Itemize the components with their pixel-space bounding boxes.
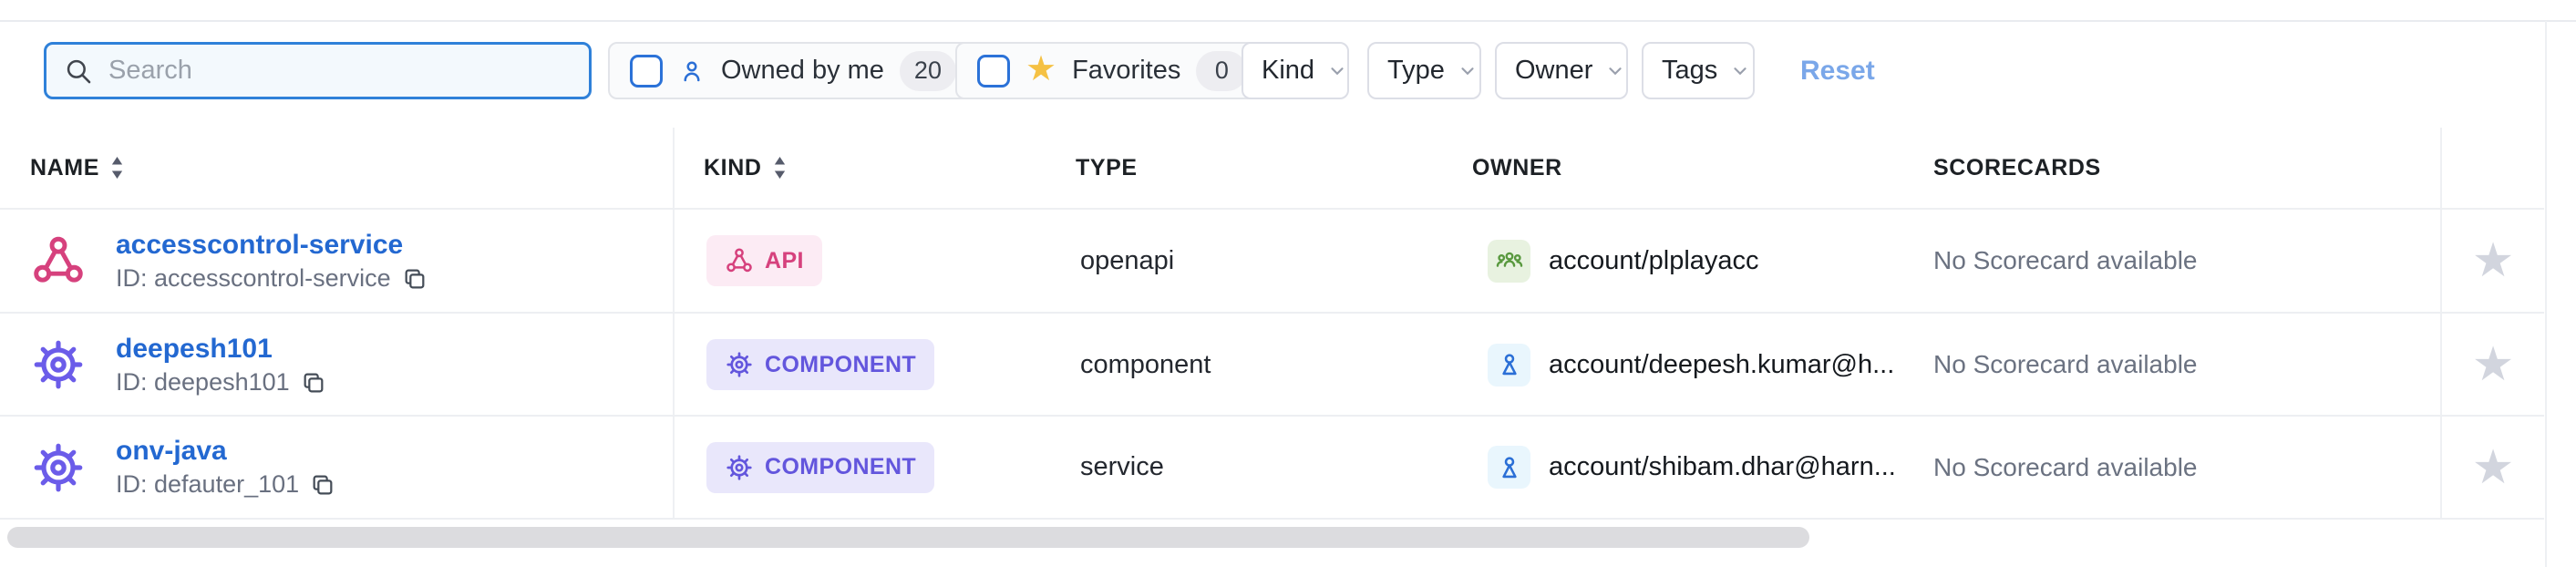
right-edge-divider <box>2545 21 2547 567</box>
api-icon <box>725 246 754 275</box>
column-header-owner: OWNER <box>1470 128 1932 208</box>
scorecard-cell: No Scorecard available <box>1932 417 2440 518</box>
favorites-star-icon: ★ <box>1025 52 1056 87</box>
chevron-down-icon <box>1327 61 1347 81</box>
group-icon <box>1488 240 1530 283</box>
kind-badge: COMPONENT <box>706 339 934 390</box>
type-cell: component <box>1074 314 1470 416</box>
owner-dropdown[interactable]: Owner <box>1495 42 1628 99</box>
scorecard-cell: No Scorecard available <box>1932 210 2440 312</box>
column-header-name[interactable]: NAME <box>0 128 673 208</box>
owned-by-me-filter[interactable]: Owned by me 20 <box>608 42 978 99</box>
table-row[interactable]: onv-java ID: defauter_101 COMPON <box>0 415 2544 518</box>
favorite-star-icon[interactable]: ★ <box>2472 237 2515 284</box>
column-header-scorecards: SCORECARDS <box>1932 128 2440 208</box>
column-header-kind[interactable]: KIND <box>673 128 1074 208</box>
owned-by-me-label: Owned by me <box>721 56 884 86</box>
component-kind-icon <box>30 336 87 393</box>
tags-dropdown-label: Tags <box>1662 56 1717 86</box>
entity-id: ID: defauter_101 <box>116 471 335 499</box>
search-box[interactable] <box>44 42 592 99</box>
entity-id: ID: accesscontrol-service <box>116 265 428 293</box>
type-dropdown-label: Type <box>1387 56 1445 86</box>
top-divider <box>0 20 2576 22</box>
gear-icon <box>725 350 754 379</box>
sort-icon[interactable] <box>773 157 787 179</box>
owner-dropdown-label: Owner <box>1515 56 1592 86</box>
favorites-label: Favorites <box>1072 56 1180 86</box>
type-dropdown[interactable]: Type <box>1367 42 1481 99</box>
chevron-down-icon <box>1605 61 1625 81</box>
kind-dropdown-label: Kind <box>1262 56 1314 86</box>
copy-icon[interactable] <box>402 266 428 292</box>
entity-name-link[interactable]: onv-java <box>116 436 335 466</box>
person-icon <box>1488 446 1530 489</box>
gear-icon <box>725 453 754 482</box>
tags-dropdown[interactable]: Tags <box>1642 42 1755 99</box>
owner-cell: account/shibam.dhar@harn... <box>1470 417 1932 518</box>
filter-bar: Owned by me 20 ★ Favorites 0 Kind Type O… <box>0 42 2576 99</box>
table-row[interactable]: accesscontrol-service ID: accesscontrol-… <box>0 208 2544 312</box>
favorites-filter[interactable]: ★ Favorites 0 <box>955 42 1269 99</box>
copy-icon[interactable] <box>301 370 326 396</box>
owner-cell: account/deepesh.kumar@h... <box>1470 314 1932 416</box>
favorite-star-icon[interactable]: ★ <box>2472 341 2515 388</box>
kind-badge: COMPONENT <box>706 442 934 493</box>
person-icon <box>678 57 706 85</box>
horizontal-scrollbar-thumb[interactable] <box>7 527 1809 548</box>
owner-cell: account/plplayacc <box>1470 210 1932 312</box>
entity-name-link[interactable]: accesscontrol-service <box>116 230 428 260</box>
type-cell: service <box>1074 417 1470 518</box>
component-kind-icon <box>30 439 87 496</box>
chevron-down-icon <box>1458 61 1478 81</box>
kind-badge: API <box>706 235 822 286</box>
search-input[interactable] <box>108 56 572 86</box>
entity-id: ID: deepesh101 <box>116 369 326 397</box>
person-icon <box>1488 344 1530 387</box>
entity-name-link[interactable]: deepesh101 <box>116 334 326 364</box>
copy-icon[interactable] <box>310 472 335 498</box>
api-kind-icon <box>30 232 87 289</box>
column-header-favorite <box>2440 128 2544 208</box>
table-bottom-border <box>0 518 2544 520</box>
column-header-type: TYPE <box>1074 128 1470 208</box>
sort-icon[interactable] <box>110 157 124 179</box>
reset-button[interactable]: Reset <box>1800 42 1875 99</box>
type-cell: openapi <box>1074 210 1470 312</box>
favorites-checkbox[interactable] <box>977 55 1010 88</box>
search-icon <box>63 56 94 87</box>
chevron-down-icon <box>1730 61 1750 81</box>
kind-dropdown[interactable]: Kind <box>1242 42 1349 99</box>
owned-by-me-count: 20 <box>900 51 956 91</box>
table-row[interactable]: deepesh101 ID: deepesh101 COMPON <box>0 312 2544 416</box>
favorite-star-icon[interactable]: ★ <box>2472 444 2515 491</box>
scorecard-cell: No Scorecard available <box>1932 314 2440 416</box>
table-header: NAME KIND TYPE OWNER SCORECARDS <box>0 128 2544 208</box>
owned-by-me-checkbox[interactable] <box>630 55 663 88</box>
favorites-count: 0 <box>1196 51 1247 91</box>
catalog-screen: Owned by me 20 ★ Favorites 0 Kind Type O… <box>0 0 2576 567</box>
